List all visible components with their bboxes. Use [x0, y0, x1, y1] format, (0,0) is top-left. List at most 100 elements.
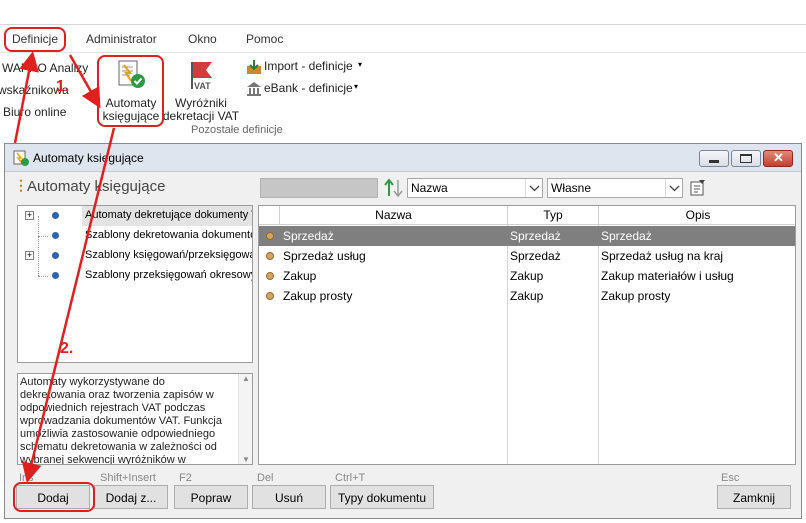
minimize-icon [709, 160, 719, 163]
category-tree: + Automaty dekretujące dokumenty VAT Sza… [17, 205, 253, 363]
chevron-down-icon [525, 179, 542, 197]
menu-bar: Definicje Administrator Okno Pomoc [0, 24, 806, 52]
search-input[interactable] [260, 178, 378, 198]
cell-opis: Sprzedaż [601, 229, 652, 243]
cell-typ: Zakup [510, 289, 544, 303]
dialog-titlebar: Automaty księgujące ✕ [5, 144, 801, 172]
bank-icon [247, 82, 261, 96]
minimize-button[interactable] [699, 150, 729, 167]
cell-nazwa: Sprzedaż usług [283, 249, 366, 263]
automaty-grid: Nazwa Typ Opis Sprzedaż Sprzedaż Sprzeda… [258, 205, 796, 465]
popraw-button[interactable]: Popraw [174, 485, 248, 509]
tree-node-icon [52, 272, 59, 279]
ebank-label: eBank - definicje [264, 81, 353, 95]
panel-grip-icon: ⋮ [14, 177, 28, 193]
shortcut-popraw: F2 [179, 472, 192, 484]
ribbon-group-label: Pozostałe definicje [191, 124, 283, 136]
filter-value: Własne [551, 181, 592, 195]
usun-button[interactable]: Usuń [252, 485, 326, 509]
dialog-app-icon [13, 150, 29, 166]
step-1-label: 1. [56, 78, 70, 95]
table-row[interactable]: Zakup Zakup Zakup materiałów i usług [259, 266, 795, 286]
typy-dokumentu-button[interactable]: Typy dokumentu [330, 485, 434, 509]
shortcut-usun: Del [257, 472, 274, 484]
cell-nazwa: Zakup prosty [283, 289, 353, 303]
tree-item-label: Szablony księgowań/przeksięgowań [85, 249, 253, 261]
scroll-up-icon[interactable]: ▲ [242, 374, 250, 383]
sort-field-select[interactable]: Nazwa [407, 178, 543, 198]
wyrozniki-label-2: dekretacji VAT [162, 109, 240, 123]
table-row[interactable]: Sprzedaż usług Sprzedaż Sprzedaż usług n… [259, 246, 795, 266]
row-status-icon [266, 252, 274, 260]
column-header-typ[interactable]: Typ [507, 206, 598, 225]
filter-edit-icon[interactable] [689, 179, 707, 197]
import-icon [247, 60, 261, 74]
expand-icon[interactable]: + [25, 251, 34, 260]
cell-typ: Zakup [510, 269, 544, 283]
ribbon-biuro-online[interactable]: Biuro online [3, 105, 66, 119]
description-text: Automaty wykorzystywane do dekretowania … [20, 376, 222, 465]
tree-branch [38, 236, 48, 237]
ebank-definicje-button[interactable]: eBank - definicje ▾ [246, 80, 366, 98]
sort-direction-icon[interactable] [383, 178, 405, 198]
dialog-title: Automaty księgujące [33, 151, 144, 165]
tree-item-label: Szablony przeksięgowań okresowych [85, 269, 253, 281]
sort-field-value: Nazwa [411, 181, 448, 195]
grid-header-indicator [259, 206, 279, 225]
import-definicje-button[interactable]: Import - definicje ▾ [246, 58, 366, 76]
menu-pomoc[interactable]: Pomoc [246, 32, 283, 46]
cell-opis: Zakup prosty [601, 289, 671, 303]
close-button[interactable]: ✕ [763, 150, 793, 167]
filter-select[interactable]: Własne [547, 178, 683, 198]
tree-item-szablony-dekretowania[interactable]: Szablony dekretowania dokumentów [18, 226, 253, 246]
automaty-dialog: Automaty księgujące ✕ ⋮ Automaty księguj… [4, 143, 802, 519]
menu-administrator[interactable]: Administrator [86, 32, 157, 46]
wyrozniki-dekretacji-button[interactable]: VAT Wyróżniki dekretacji VAT [162, 57, 240, 125]
cell-opis: Zakup materiałów i usług [601, 269, 734, 283]
expand-icon[interactable]: + [25, 211, 34, 220]
tree-item-szablony-przeksiegowan[interactable]: Szablony przeksięgowań okresowych [18, 266, 253, 286]
tree-node-icon [52, 212, 59, 219]
tree-branch [38, 276, 48, 277]
row-status-icon [266, 232, 274, 240]
menu-okno[interactable]: Okno [188, 32, 217, 46]
scroll-down-icon[interactable]: ▼ [242, 455, 250, 464]
cell-typ: Sprzedaż [510, 229, 561, 243]
vat-flag-icon: VAT [191, 62, 212, 91]
cell-opis: Sprzedaż usług na kraj [601, 249, 724, 263]
tree-item-automaty[interactable]: + Automaty dekretujące dokumenty VAT [18, 206, 253, 226]
tree-node-icon [52, 252, 59, 259]
cell-nazwa: Zakup [283, 269, 317, 283]
maximize-button[interactable] [731, 150, 761, 167]
tree-item-label: Szablony dekretowania dokumentów [85, 229, 253, 241]
panel-title: Automaty księgujące [27, 178, 166, 195]
tree-item-szablony-ksiegowan[interactable]: + Szablony księgowań/przeksięgowań [18, 246, 253, 266]
shortcut-zamknij: Esc [721, 472, 740, 484]
maximize-icon [740, 154, 752, 163]
dodaj-z-button[interactable]: Dodaj z... [94, 485, 168, 509]
import-dropdown-icon: ▾ [358, 60, 363, 69]
highlight-dodaj [13, 482, 95, 512]
ribbon-wapro-analizy[interactable]: WAPRO Analizy [2, 61, 88, 75]
tree-item-label: Automaty dekretujące dokumenty VAT [85, 209, 253, 221]
chevron-down-icon [665, 179, 682, 197]
zamknij-button[interactable]: Zamknij [717, 485, 791, 509]
column-header-opis[interactable]: Opis [598, 206, 795, 225]
shortcut-dodaj-z: Shift+Insert [100, 472, 156, 484]
row-status-icon [266, 292, 274, 300]
svg-text:VAT: VAT [194, 81, 211, 91]
description-box: Automaty wykorzystywane do dekretowania … [17, 373, 253, 465]
close-icon: ✕ [773, 150, 784, 165]
ebank-dropdown-icon: ▾ [354, 82, 359, 91]
step-2-label: 2. [60, 340, 74, 357]
row-status-icon [266, 272, 274, 280]
description-scrollbar[interactable]: ▲ ▼ [238, 374, 252, 464]
column-header-nazwa[interactable]: Nazwa [279, 206, 507, 225]
table-row[interactable]: Sprzedaż Sprzedaż Sprzedaż [259, 226, 795, 246]
tree-node-icon [52, 232, 59, 239]
highlight-automaty [97, 55, 164, 127]
cell-typ: Sprzedaż [510, 249, 561, 263]
import-label: Import - definicje [264, 59, 353, 73]
table-row[interactable]: Zakup prosty Zakup Zakup prosty [259, 286, 795, 306]
highlight-definicje [4, 27, 66, 52]
